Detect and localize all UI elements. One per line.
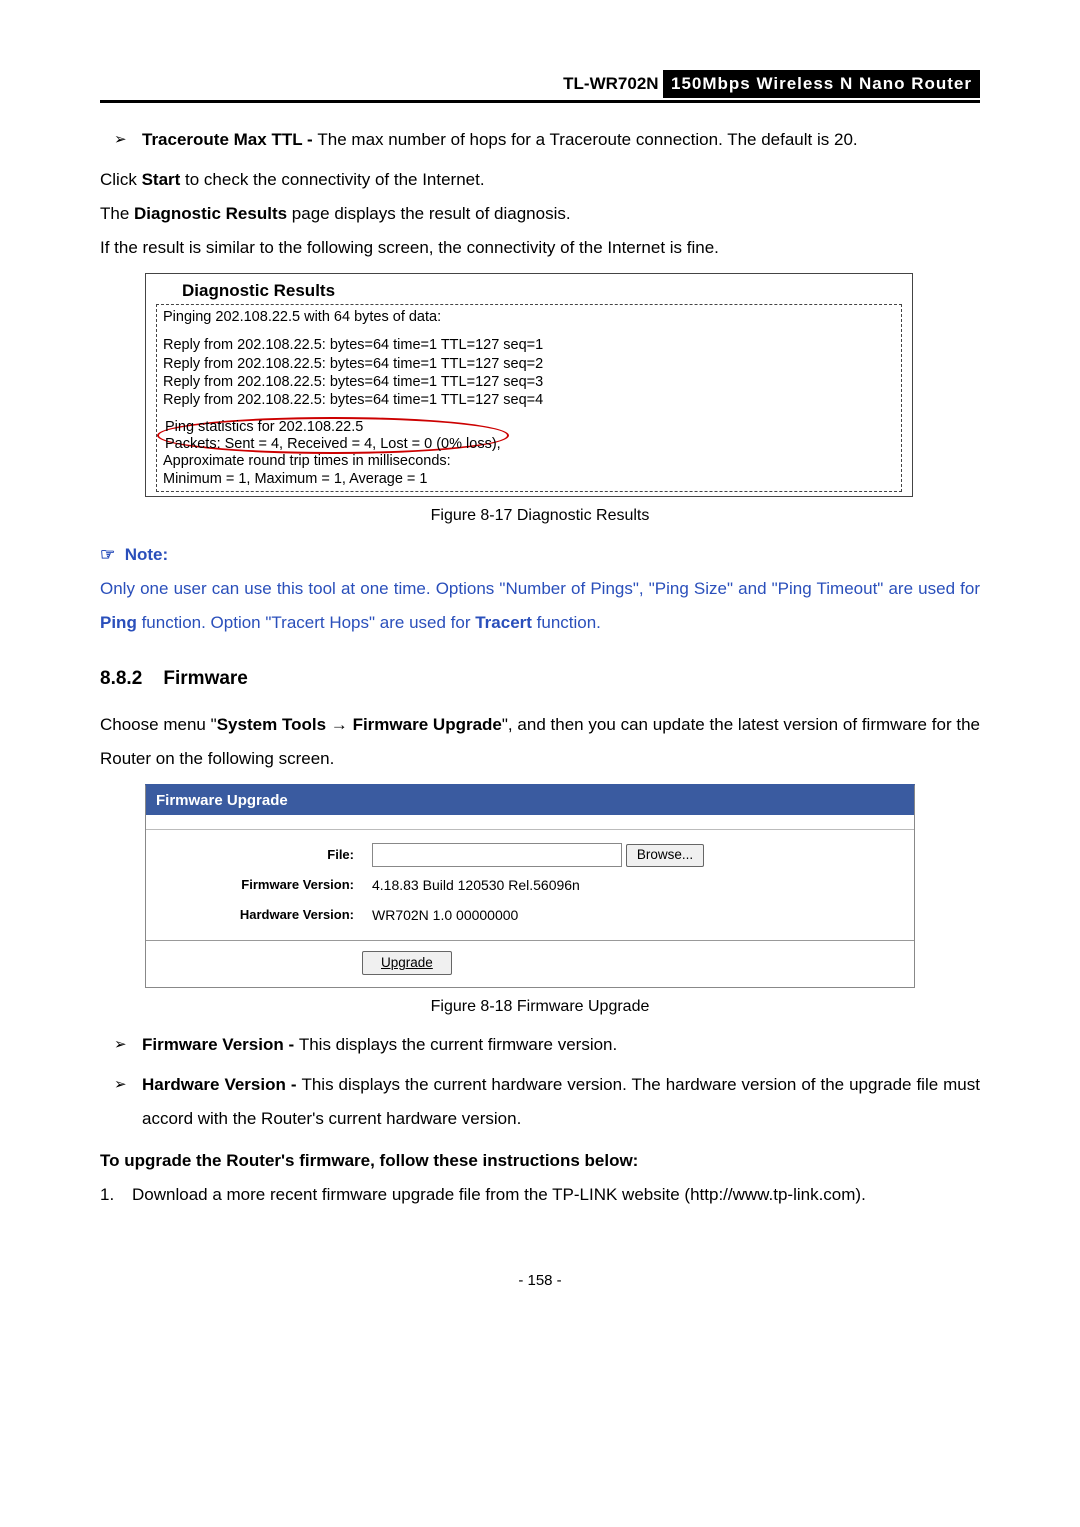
- browse-button[interactable]: Browse...: [626, 844, 704, 867]
- panel-title: Diagnostic Results: [156, 280, 902, 304]
- figure-diagnostic-results: Diagnostic Results Pinging 202.108.22.5 …: [145, 273, 913, 497]
- upgrade-button[interactable]: Upgrade: [362, 951, 452, 975]
- bullet-firmware-version: ➢ Firmware Version - This displays the c…: [114, 1028, 980, 1062]
- list-item: 1. Download a more recent firmware upgra…: [100, 1178, 980, 1212]
- chevron-right-icon: ➢: [114, 123, 142, 157]
- term: Firmware Version -: [142, 1035, 299, 1054]
- chevron-right-icon: ➢: [114, 1028, 142, 1062]
- pointing-hand-icon: ☞: [100, 545, 115, 564]
- chevron-right-icon: ➢: [114, 1068, 142, 1136]
- figure-caption: Figure 8-18 Firmware Upgrade: [100, 996, 980, 1018]
- firmware-version-value: 4.18.83 Build 120530 Rel.56096n: [372, 876, 580, 894]
- text: This displays the current firmware versi…: [299, 1035, 617, 1054]
- list-number: 1.: [100, 1178, 132, 1212]
- figure-caption: Figure 8-17 Diagnostic Results: [100, 505, 980, 527]
- hardware-version-value: WR702N 1.0 00000000: [372, 906, 518, 924]
- product-model: TL-WR702N: [563, 74, 658, 93]
- hardware-version-label: Hardware Version:: [156, 907, 372, 924]
- note-heading: ☞ Note:: [100, 538, 980, 572]
- figure-firmware-upgrade: Firmware Upgrade File: Browse... Firmwar…: [145, 784, 915, 988]
- file-input[interactable]: [372, 843, 622, 867]
- list-text: Download a more recent firmware upgrade …: [132, 1178, 866, 1212]
- firmware-version-label: Firmware Version:: [156, 877, 372, 894]
- doc-header: TL-WR702N 150Mbps Wireless N Nano Router: [100, 70, 980, 103]
- text: The max number of hops for a Traceroute …: [317, 130, 857, 149]
- bullet-traceroute-ttl: ➢ Traceroute Max TTL - The max number of…: [114, 123, 980, 157]
- file-label: File:: [156, 847, 372, 864]
- highlight-oval: Ping statistics for 202.108.22.5 Packets…: [157, 417, 509, 454]
- page-number: - 158 -: [100, 1272, 980, 1289]
- bullet-hardware-version: ➢ Hardware Version - This displays the c…: [114, 1068, 980, 1136]
- paragraph: The Diagnostic Results page displays the…: [100, 197, 980, 231]
- paragraph: If the result is similar to the followin…: [100, 231, 980, 265]
- instructions-heading: To upgrade the Router's firmware, follow…: [100, 1144, 980, 1178]
- panel-title: Firmware Upgrade: [146, 786, 914, 816]
- note-body: Only one user can use this tool at one t…: [100, 572, 980, 640]
- term: Hardware Version -: [142, 1075, 301, 1094]
- section-heading: 8.8.2 Firmware: [100, 660, 980, 698]
- term: Traceroute Max TTL -: [142, 130, 317, 149]
- product-name: 150Mbps Wireless N Nano Router: [663, 70, 980, 98]
- diagnostic-output: Pinging 202.108.22.5 with 64 bytes of da…: [156, 304, 902, 492]
- paragraph: Choose menu "System Tools → Firmware Upg…: [100, 708, 980, 776]
- paragraph: Click Start to check the connectivity of…: [100, 163, 980, 197]
